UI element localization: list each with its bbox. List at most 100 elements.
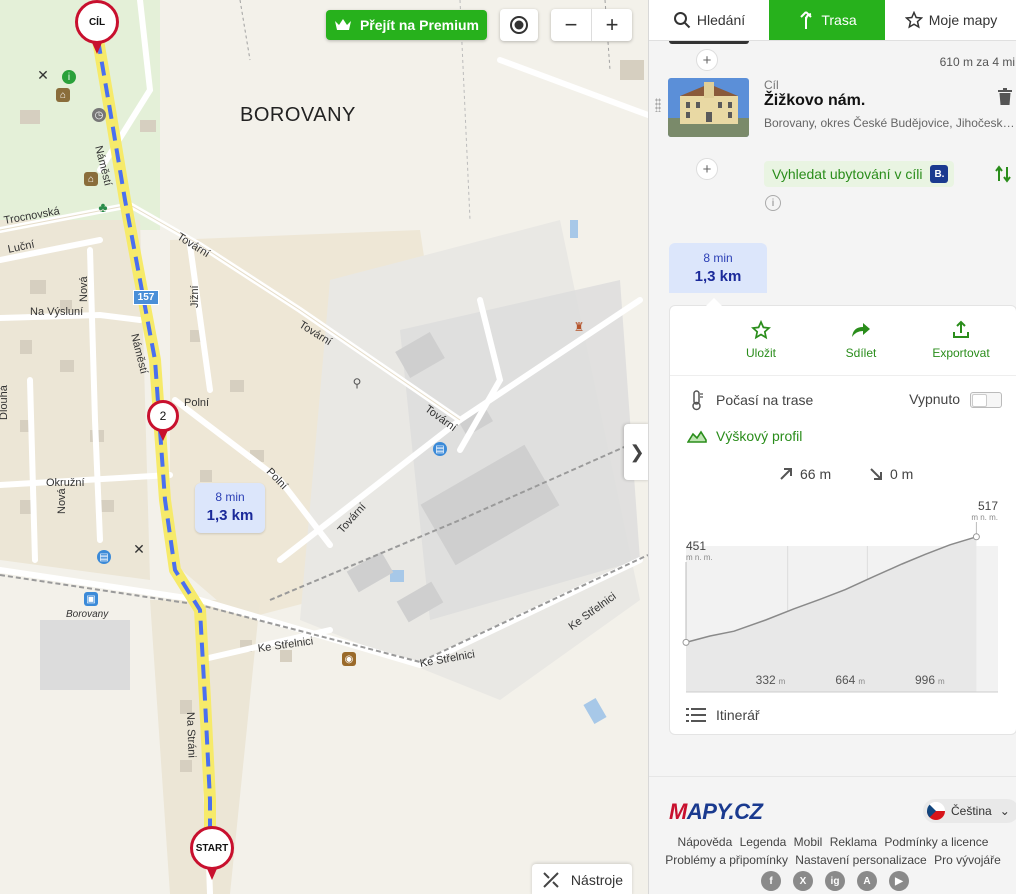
- destination-name: Žižkovo nám.: [764, 92, 866, 109]
- share-label: Sdílet: [845, 346, 877, 360]
- route-actions: Uložit Sdílet Exportovat: [670, 306, 1016, 376]
- weather-toggle-label: Vypnuto: [909, 391, 960, 407]
- route-detail-card: Uložit Sdílet Exportovat Počasí na trase…: [669, 298, 1016, 735]
- zoom-controls: − +: [551, 9, 632, 41]
- developers-link[interactable]: Pro vývojáře: [934, 853, 1001, 867]
- app-store-icon[interactable]: A: [857, 871, 877, 891]
- waypoint-pin-label: 2: [147, 400, 179, 432]
- chevron-down-icon: ⌄: [999, 804, 1010, 818]
- star-outline-icon: [751, 320, 771, 340]
- remove-destination-button[interactable]: [997, 88, 1013, 111]
- premium-button[interactable]: Přejít na Premium: [326, 10, 487, 40]
- instagram-icon[interactable]: ig: [825, 871, 845, 891]
- route-variant-tab[interactable]: 8 min 1,3 km: [669, 243, 767, 293]
- bus-stop-icon[interactable]: ▤: [97, 550, 111, 564]
- destination-pin-label: CÍL: [75, 0, 119, 44]
- zoom-in-button[interactable]: +: [592, 9, 632, 41]
- feedback-link[interactable]: Problémy a připomínky: [665, 853, 788, 867]
- museum-icon[interactable]: ⌂: [84, 172, 98, 186]
- destination-address: Borovany, okres České Budějovice, Jihoče…: [764, 116, 1016, 130]
- google-play-icon[interactable]: ▶: [889, 871, 909, 891]
- share-route-button[interactable]: Sdílet: [830, 306, 892, 375]
- tab-route[interactable]: Trasa: [769, 0, 885, 40]
- save-label: Uložit: [745, 346, 776, 360]
- export-label: Exportovat: [932, 346, 990, 360]
- waypoint-pin[interactable]: 2: [147, 400, 179, 442]
- info-poi-icon[interactable]: i: [62, 70, 76, 84]
- locate-me-button[interactable]: [500, 9, 538, 41]
- tree-icon[interactable]: ♣: [96, 199, 110, 215]
- tab-search[interactable]: Hledání: [649, 0, 769, 40]
- footer-links-row1: Nápověda Legenda Mobil Reklama Podmínky …: [649, 835, 1016, 849]
- destination-row[interactable]: Cíl Žižkovo nám. Borovany, okres České B…: [649, 78, 1016, 138]
- star-icon: [904, 11, 923, 29]
- reverse-route-button[interactable]: [995, 165, 1011, 188]
- crown-icon: [334, 18, 352, 32]
- end-altitude-label: 517: [978, 499, 998, 513]
- target-icon: [510, 16, 528, 34]
- museum-icon[interactable]: ⌂: [56, 88, 70, 102]
- itinerary-label: Itinerář: [716, 707, 760, 723]
- landmark-icon[interactable]: ♜: [572, 320, 586, 334]
- street-label: Jižní: [189, 285, 201, 308]
- end-point: [972, 533, 980, 541]
- weather-toggle[interactable]: [970, 392, 1002, 408]
- elevation-chart[interactable]: 451m n. m.517m n. m.332 m 664 m 996 m: [682, 496, 1010, 706]
- elevation-profile-row[interactable]: Výškový profil: [686, 424, 1002, 448]
- tab-my-maps[interactable]: Moje mapy: [885, 0, 1016, 40]
- station-label: Borovany: [66, 609, 109, 620]
- map-canvas[interactable]: Trocnovská Luční Na Výsluní Nová Tovární…: [0, 0, 648, 894]
- descent-stat: 0 m: [868, 466, 913, 482]
- terms-link[interactable]: Podmínky a licence: [884, 835, 988, 849]
- tools-button[interactable]: Nástroje: [532, 864, 632, 894]
- street-label: Polní: [184, 397, 210, 409]
- route-variant-distance: 1,3 km: [694, 268, 742, 285]
- share-icon: [852, 323, 870, 337]
- weather-label: Počasí na trase: [716, 392, 814, 408]
- descent-value: 0 m: [890, 466, 914, 482]
- x-icon[interactable]: X: [793, 871, 813, 891]
- personalization-link[interactable]: Nastavení personalizace: [795, 853, 926, 867]
- save-route-button[interactable]: Uložit: [730, 306, 792, 375]
- mobile-link[interactable]: Mobil: [794, 835, 823, 849]
- ads-link[interactable]: Reklama: [830, 835, 877, 849]
- destination-pin[interactable]: CÍL: [75, 0, 119, 56]
- route-distance: 1,3 km: [206, 507, 254, 524]
- search-accommodation-button[interactable]: Vyhledat ubytování v cíli B.: [764, 161, 955, 187]
- facebook-icon[interactable]: f: [761, 871, 781, 891]
- zoom-out-button[interactable]: −: [551, 9, 592, 41]
- route-summary-bubble[interactable]: 8 min 1,3 km: [195, 483, 265, 533]
- clock-icon[interactable]: ◷: [92, 108, 106, 122]
- elevation-icon: [686, 428, 708, 444]
- legend-link[interactable]: Legenda: [740, 835, 787, 849]
- train-station-icon[interactable]: ▣: [84, 592, 98, 606]
- sidebar-panel: Hledání Trasa Moje mapy + 610 m za 4 mi: [648, 0, 1016, 894]
- thermometer-icon: [686, 389, 708, 411]
- start-pin[interactable]: START: [190, 826, 234, 882]
- export-route-button[interactable]: Exportovat: [930, 306, 992, 375]
- bus-stop-icon[interactable]: ▤: [433, 442, 447, 456]
- language-selector[interactable]: Čeština ⌄: [923, 799, 1016, 823]
- add-waypoint-button[interactable]: +: [696, 158, 718, 180]
- start-pin-label: START: [190, 826, 234, 870]
- key-icon[interactable]: ⚲: [350, 376, 364, 390]
- previous-stop-thumbnail: [669, 41, 749, 44]
- footer-links-row2: Problémy a připomínky Nastavení personal…: [649, 853, 1016, 867]
- drag-handle-icon[interactable]: [655, 98, 661, 112]
- itinerary-button[interactable]: Itinerář: [686, 707, 760, 723]
- main-tabs: Hledání Trasa Moje mapy: [649, 0, 1016, 41]
- collapse-panel-button[interactable]: ❯: [624, 424, 648, 480]
- destination-photo[interactable]: [668, 78, 749, 137]
- restaurant-icon[interactable]: ✕: [132, 541, 146, 557]
- road-number-badge: 157: [133, 290, 159, 305]
- restaurant-icon[interactable]: ✕: [36, 67, 50, 83]
- info-icon[interactable]: i: [765, 195, 781, 211]
- tab-search-label: Hledání: [696, 12, 746, 28]
- help-link[interactable]: Nápověda: [678, 835, 733, 849]
- add-waypoint-button[interactable]: +: [696, 49, 718, 71]
- x-tick-unit: m: [938, 677, 945, 686]
- mapy-cz-logo[interactable]: MAPY.CZ: [669, 799, 763, 825]
- street-label: Dlouhá: [0, 385, 10, 420]
- language-label: Čeština: [951, 804, 992, 818]
- shooting-range-icon[interactable]: ◉: [342, 652, 356, 666]
